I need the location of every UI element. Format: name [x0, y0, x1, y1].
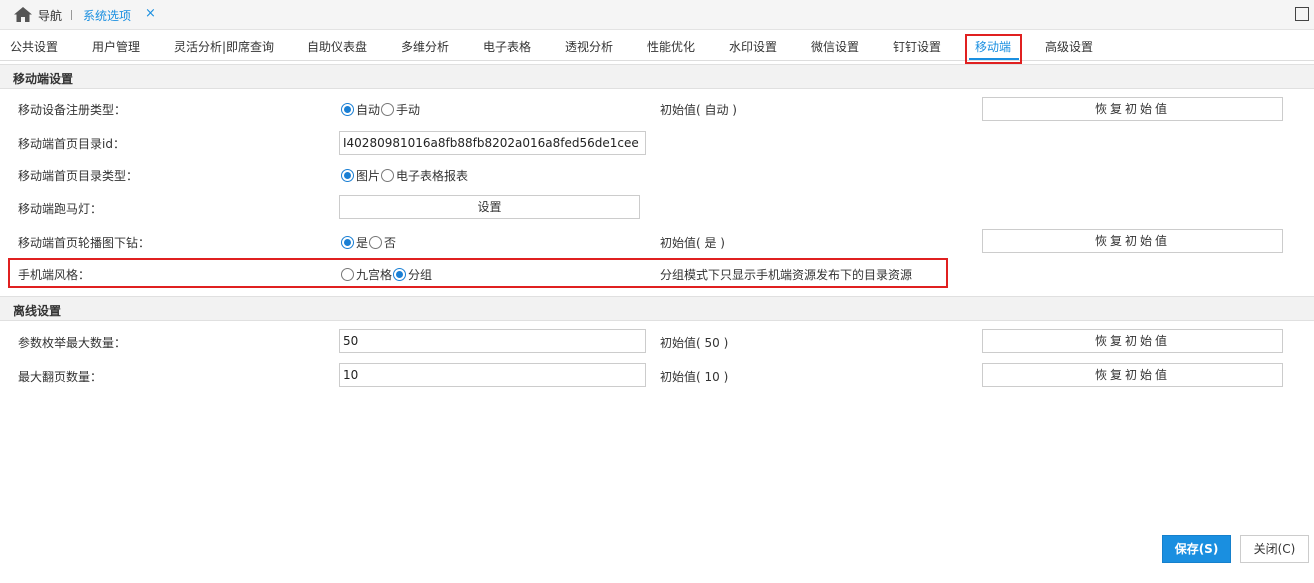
- tab-system-options[interactable]: 系统选项: [83, 7, 131, 24]
- param-enum-max-initial: 初始值( 50 ): [660, 336, 729, 350]
- home-icon[interactable]: [14, 7, 32, 22]
- tab-multidimensional-analysis[interactable]: 多维分析: [401, 38, 449, 55]
- radio-picture[interactable]: [341, 169, 354, 182]
- tab-advanced[interactable]: 高级设置: [1045, 38, 1093, 55]
- max-pages-label: 最大翻页数量：: [18, 370, 103, 384]
- param-enum-max-label: 参数枚举最大数量：: [18, 336, 127, 350]
- max-pages-initial: 初始值( 10 ): [660, 370, 729, 384]
- marquee-label: 移动端跑马灯：: [18, 202, 103, 216]
- nav-separator: [71, 10, 72, 20]
- radio-manual-label: 手动: [396, 103, 421, 117]
- top-bar: 导航 系统选项 ×: [0, 0, 1314, 30]
- tab-flexible-analysis[interactable]: 灵活分析|即席查询: [174, 38, 274, 55]
- carousel-drill-initial: 初始值( 是 ): [660, 236, 725, 250]
- device-register-radio-group: 自动 手动: [341, 101, 421, 118]
- device-register-initial: 初始值( 自动 ): [660, 103, 737, 117]
- radio-yes-label: 是: [356, 236, 369, 250]
- tab-wechat[interactable]: 微信设置: [811, 38, 859, 55]
- close-button[interactable]: 关闭(C): [1240, 535, 1309, 563]
- tab-watermark[interactable]: 水印设置: [729, 38, 777, 55]
- section-title: 离线设置: [13, 304, 62, 318]
- tab-user-management[interactable]: 用户管理: [92, 38, 140, 55]
- mobile-section-header: 移动端设置: [0, 64, 1314, 89]
- home-dir-id-input[interactable]: I40280981016a8fb88fb8202a016a8fed56de1ce…: [339, 131, 646, 155]
- device-register-label: 移动设备注册类型：: [18, 103, 127, 117]
- close-tab-icon[interactable]: ×: [145, 6, 156, 21]
- tab-pivot-analysis[interactable]: 透视分析: [565, 38, 613, 55]
- radio-spreadsheet-report-label: 电子表格报表: [396, 169, 469, 183]
- carousel-drill-label: 移动端首页轮播图下钻：: [18, 236, 151, 250]
- param-enum-max-input[interactable]: 50: [339, 329, 646, 353]
- home-dir-type-radio-group: 图片 电子表格报表: [341, 167, 469, 184]
- tab-spreadsheet[interactable]: 电子表格: [483, 38, 531, 55]
- restore-default-button[interactable]: 恢复初始值: [982, 363, 1283, 387]
- max-pages-input[interactable]: 10: [339, 363, 646, 387]
- tab-highlight-box: [965, 34, 1022, 64]
- radio-spreadsheet-report[interactable]: [381, 169, 395, 182]
- section-title: 移动端设置: [13, 72, 74, 86]
- tab-common-settings[interactable]: 公共设置: [10, 38, 58, 55]
- nav-label[interactable]: 导航: [38, 7, 62, 24]
- home-dir-id-label: 移动端首页目录id：: [18, 137, 125, 151]
- restore-default-button[interactable]: 恢复初始值: [982, 229, 1283, 253]
- offline-section-header: 离线设置: [0, 296, 1314, 321]
- save-button[interactable]: 保存(S): [1162, 535, 1231, 563]
- restore-default-button[interactable]: 恢复初始值: [982, 97, 1283, 121]
- marquee-settings-button[interactable]: 设置: [339, 195, 640, 219]
- tab-performance[interactable]: 性能优化: [647, 38, 695, 55]
- settings-tab-bar: 公共设置 用户管理 灵活分析|即席查询 自助仪表盘 多维分析 电子表格 透视分析…: [0, 31, 1314, 61]
- radio-no-label: 否: [384, 236, 397, 250]
- radio-picture-label: 图片: [356, 169, 381, 183]
- restore-default-button[interactable]: 恢复初始值: [982, 329, 1283, 353]
- tab-dingtalk[interactable]: 钉钉设置: [893, 38, 941, 55]
- radio-no[interactable]: [369, 236, 383, 249]
- radio-auto-label: 自动: [356, 103, 381, 117]
- tab-self-dashboard[interactable]: 自助仪表盘: [307, 38, 367, 55]
- carousel-drill-radio-group: 是 否: [341, 234, 397, 251]
- maximize-icon[interactable]: [1295, 7, 1309, 21]
- radio-auto[interactable]: [341, 103, 354, 116]
- radio-yes[interactable]: [341, 236, 354, 249]
- home-dir-type-label: 移动端首页目录类型：: [18, 169, 139, 183]
- radio-manual[interactable]: [381, 103, 395, 116]
- phone-style-highlight-box: [8, 258, 948, 288]
